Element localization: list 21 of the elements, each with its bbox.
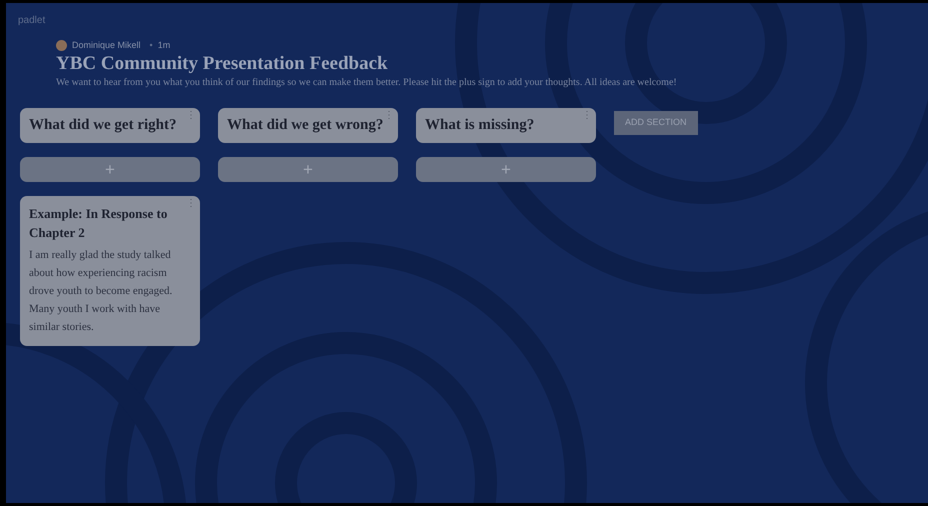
section-menu-button[interactable]: ⋮ (582, 110, 592, 120)
section-title: What did we get right? (29, 116, 176, 135)
section-title: What did we get wrong? (227, 116, 384, 135)
author-name: Dominique Mikell (72, 39, 141, 52)
add-post-button[interactable]: + (218, 156, 398, 182)
padlet-logo[interactable]: padlet (18, 13, 46, 28)
avatar-icon (56, 40, 67, 52)
post-title: Example: In Response to Chapter 2 (29, 204, 168, 242)
padlet-description: We want to hear from you what you think of our findings so we can make them better. Please hit the plus sign to add your thoughts. All ideas are welcome! (56, 76, 678, 90)
post-body: I am really glad the study talked about how experiencing racism drove youth to become engaged. Many youth I work with have similar stories. (29, 248, 174, 334)
separator-dot: • (150, 39, 153, 52)
add-section-button[interactable]: ADD SECTION (614, 110, 698, 134)
section-menu-button[interactable]: ⋮ (384, 110, 394, 120)
padlet-title: YBC Community Presentation Feedback (56, 52, 389, 74)
section-title: What is missing? (425, 116, 534, 135)
add-post-button[interactable]: + (20, 156, 200, 182)
post-time: 1m (158, 39, 170, 52)
section-menu-button[interactable]: ⋮ (186, 110, 196, 120)
add-post-button[interactable]: + (416, 156, 596, 182)
post-card[interactable]: Example: In Response to Chapter 2 ⋮ I am really glad the study talked about how experiencing racism drove youth to become engaged. Many youth I work with have similar stories. (20, 196, 200, 346)
post-menu-button[interactable]: ⋮ (186, 198, 196, 208)
